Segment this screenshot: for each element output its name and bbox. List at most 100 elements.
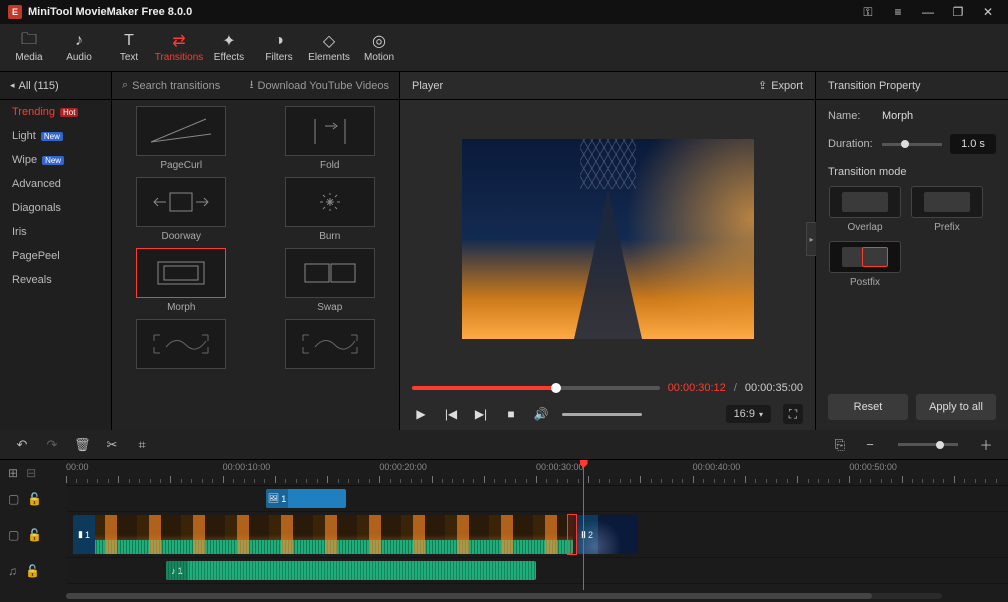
transition-tile-swap[interactable]: Swap [269,248,392,313]
crop-button[interactable]: ⌗ [134,437,150,453]
player-title: Player [412,80,443,92]
time-ruler[interactable]: 00:0000:00:10:0000:00:20:0000:00:30:0000… [66,460,1008,486]
search-transitions[interactable]: ⌕ Search transitions [122,79,242,92]
panel-collapse-handle[interactable]: ▸ [806,222,816,256]
clip-index: 1 [85,530,90,540]
aspect-value: 16:9 [734,408,755,420]
mode-prefix[interactable]: Prefix [910,186,984,233]
menu-icon[interactable]: ≡ [886,0,910,24]
minimize-button[interactable]: — [916,0,940,24]
tool-motion[interactable]: ◎Motion [356,24,402,71]
delete-button[interactable]: 🗑 [74,437,90,453]
titlebar: E MiniTool MovieMaker Free 8.0.0 ⚿ ≡ — ❐… [0,0,1008,24]
timeline-toolbar: ↶ ↷ 🗑 ✂ ⌗ ⎘ − ＋ [0,430,1008,460]
image-icon: 🖼 [268,493,279,504]
sidebar-item-label: Reveals [12,274,52,286]
mode-title: Transition mode [828,166,996,178]
add-track-icon[interactable]: ⊞ [8,466,18,480]
text-icon: T [124,32,134,50]
transition-tile-more[interactable] [120,319,243,373]
sidebar-header[interactable]: ◂ All (115) [0,72,111,100]
close-button[interactable]: ✕ [976,0,1000,24]
redo-button[interactable]: ↷ [44,437,60,453]
mode-postfix[interactable]: Postfix [828,241,902,288]
fit-button[interactable]: ⎘ [832,437,848,453]
zoom-slider[interactable] [898,443,958,446]
overlay-track[interactable]: 🖼1 [66,486,1008,512]
tool-media[interactable]: 🗀Media [6,24,52,71]
lock-icon[interactable]: 🔓 [25,564,40,578]
tool-effects[interactable]: ✦Effects [206,24,252,71]
tool-audio[interactable]: ♪Audio [56,24,102,71]
transition-tile-burn[interactable]: Burn [269,177,392,242]
video-track[interactable]: ▮1 ▮2 [66,512,1008,558]
playhead[interactable] [583,460,584,590]
duration-slider[interactable] [882,143,942,146]
export-button[interactable]: ⇪ Export [758,79,803,92]
transition-tile-pagecurl[interactable]: PageCurl [120,106,243,171]
lock-icon[interactable]: 🔓 [27,492,42,506]
transition-tile-fold[interactable]: Fold [269,106,392,171]
scrub-bar[interactable] [412,386,660,390]
mode-thumb [911,186,983,218]
license-key-icon[interactable]: ⚿ [856,0,880,24]
zoom-in-button[interactable]: ＋ [978,435,994,454]
search-icon: ⌕ [122,79,128,92]
sidebar-item-label: Wipe [12,154,37,166]
tool-filters[interactable]: ◑Filters [256,24,302,71]
search-placeholder: Search transitions [132,80,220,92]
reset-button[interactable]: Reset [828,394,908,420]
transition-label: PageCurl [160,160,202,171]
sidebar-item-wipe[interactable]: WipeNew [0,148,111,172]
transition-tile-morph[interactable]: Morph [120,248,243,313]
prop-duration-row: Duration: [828,134,996,154]
tool-elements[interactable]: ◇Elements [306,24,352,71]
overlay-clip[interactable]: 🖼1 [266,489,346,508]
timeline-tracks[interactable]: 00:0000:00:10:0000:00:20:0000:00:30:0000… [66,460,1008,590]
fullscreen-button[interactable]: ⛶ [783,404,803,424]
sidebar-item-advanced[interactable]: Advanced [0,172,111,196]
aspect-ratio-select[interactable]: 16:9 ▾ [726,405,771,423]
sidebar-item-iris[interactable]: Iris [0,220,111,244]
lock-icon[interactable]: 🔓 [27,528,42,542]
ruler-label: 00:00:20:00 [379,462,427,472]
props-footer: Reset Apply to all [816,384,1008,430]
sidebar-item-trending[interactable]: TrendingHot [0,100,111,124]
mode-overlap[interactable]: Overlap [828,186,902,233]
download-youtube-link[interactable]: ⭳ Download YouTube Videos [250,76,389,95]
audio-track[interactable]: ♪1 [66,558,1008,584]
video-clip-2[interactable]: ▮2 [576,515,638,554]
sidebar-item-pagepeel[interactable]: PagePeel [0,244,111,268]
stop-button[interactable]: ■ [502,405,520,423]
timeline-scrollbar[interactable] [0,590,1008,602]
transition-thumb [136,319,226,369]
maximize-button[interactable]: ❐ [946,0,970,24]
duration-input[interactable] [950,134,996,154]
audio-clip[interactable]: ♪1 [166,561,536,580]
tool-transitions[interactable]: ⇄Transitions [156,24,202,71]
apply-all-button[interactable]: Apply to all [916,394,996,420]
undo-button[interactable]: ↶ [14,437,30,453]
sidebar-title: All (115) [19,80,59,92]
preview-canvas[interactable] [462,139,754,339]
sidebar-item-diagonals[interactable]: Diagonals [0,196,111,220]
transition-thumb [136,248,226,298]
volume-slider[interactable] [562,413,642,416]
sidebar-item-light[interactable]: LightNew [0,124,111,148]
zoom-out-button[interactable]: − [862,437,878,452]
ruler-label: 00:00 [66,462,89,472]
split-button[interactable]: ✂ [104,437,120,453]
time-current: 00:00:30:12 [668,382,726,394]
video-clip-1[interactable]: ▮1 [73,515,573,554]
transition-tile-more[interactable] [269,319,392,373]
track-menu-icon[interactable]: ⊟ [26,466,36,480]
transition-marker[interactable] [567,514,577,555]
next-frame-button[interactable]: ▶| [472,405,490,423]
sidebar-item-label: Trending [12,106,55,118]
play-button[interactable]: ▶ [412,405,430,423]
prev-frame-button[interactable]: |◀ [442,405,460,423]
volume-icon[interactable]: 🔊 [532,405,550,423]
tool-text[interactable]: TText [106,24,152,71]
transition-tile-doorway[interactable]: Doorway [120,177,243,242]
sidebar-item-reveals[interactable]: Reveals [0,268,111,292]
